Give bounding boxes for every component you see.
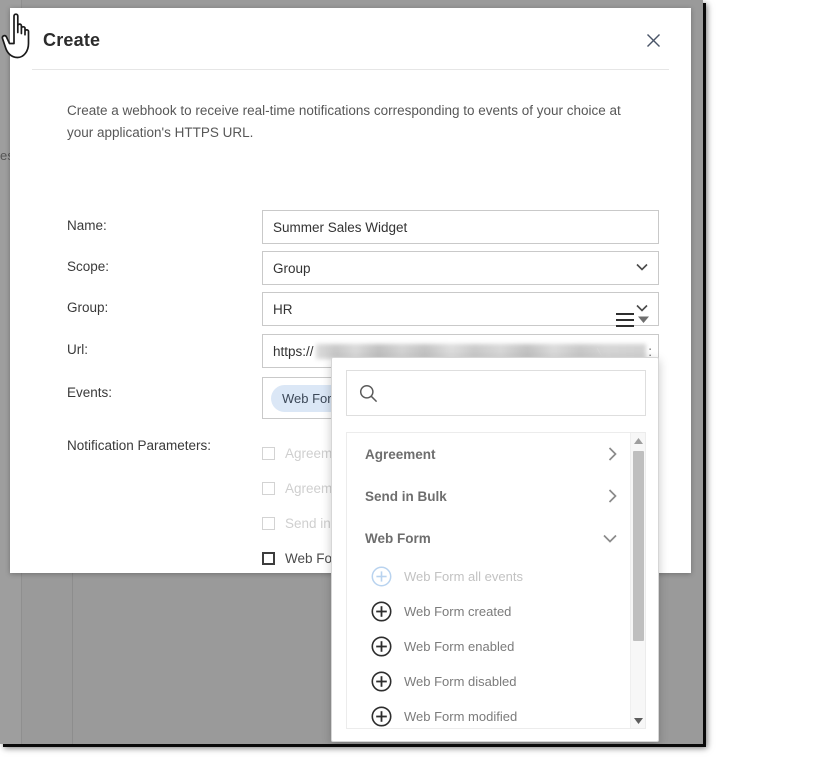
background-column-rule	[72, 572, 73, 744]
list-menu-icon	[614, 311, 636, 331]
form-row-name: Name:	[67, 210, 659, 244]
chevron-down-icon	[603, 534, 617, 543]
events-tree-scrollbar[interactable]	[630, 433, 645, 728]
url-scheme-text: https://	[273, 344, 314, 359]
caret-down-icon	[638, 316, 649, 324]
checkbox[interactable]	[262, 482, 275, 495]
event-option-label: Web Form enabled	[404, 639, 514, 654]
hand-pointer-cursor	[0, 12, 38, 60]
events-search-wrap[interactable]	[346, 370, 646, 416]
name-input[interactable]	[262, 210, 659, 244]
plus-circle-icon	[371, 636, 392, 657]
name-label: Name:	[67, 218, 107, 233]
url-label: Url:	[67, 342, 88, 357]
events-search-input[interactable]	[388, 386, 633, 401]
events-tree-scroll-area: Agreement Send in Bulk Web Form	[347, 433, 631, 728]
event-option-web-form-created[interactable]: Web Form created	[347, 594, 631, 629]
scrollbar-thumb[interactable]	[633, 451, 644, 641]
search-icon	[359, 384, 378, 403]
scroll-down-arrow-icon	[634, 718, 643, 724]
checkbox[interactable]	[262, 447, 275, 460]
notification-parameters-label: Notification Parameters:	[67, 438, 211, 453]
plus-circle-icon	[371, 566, 392, 587]
events-group-label: Send in Bulk	[365, 489, 447, 504]
event-option-web-form-all-events[interactable]: Web Form all events	[347, 559, 631, 594]
scope-label: Scope:	[67, 259, 109, 274]
chevron-right-icon	[608, 447, 617, 461]
close-icon	[646, 33, 661, 48]
form-row-group: Group:	[67, 292, 659, 326]
scope-field-wrap	[262, 251, 659, 285]
event-option-web-form-modified[interactable]: Web Form modified	[347, 699, 631, 728]
events-group-label: Web Form	[365, 531, 431, 546]
close-button[interactable]	[641, 28, 665, 52]
plus-circle-icon	[371, 601, 392, 622]
event-option-label: Web Form disabled	[404, 674, 516, 689]
scroll-up-arrow-icon	[634, 438, 643, 444]
chevron-right-icon	[608, 489, 617, 503]
name-field-wrap	[262, 210, 659, 244]
event-option-label: Web Form created	[404, 604, 511, 619]
checkbox[interactable]	[262, 552, 275, 565]
page-title: Create	[43, 30, 100, 51]
form-row-scope: Scope:	[67, 251, 659, 285]
event-option-label: Web Form all events	[404, 569, 523, 584]
modal-description: Create a webhook to receive real-time no…	[67, 100, 642, 144]
scroll-down-button[interactable]	[631, 713, 646, 728]
group-field-wrap	[262, 292, 659, 326]
events-dropdown-panel: Agreement Send in Bulk Web Form	[331, 357, 659, 742]
events-group-send-in-bulk[interactable]: Send in Bulk	[347, 475, 631, 517]
scroll-up-button[interactable]	[631, 433, 646, 448]
group-label: Group:	[67, 300, 108, 315]
events-group-agreement[interactable]: Agreement	[347, 433, 631, 475]
group-select[interactable]	[262, 292, 659, 326]
browser-window: es Create Create a webhook to receive re…	[0, 0, 703, 744]
events-tree: Agreement Send in Bulk Web Form	[346, 432, 646, 729]
events-menu-toggle-button[interactable]	[612, 307, 652, 341]
event-option-web-form-disabled[interactable]: Web Form disabled	[347, 664, 631, 699]
checkbox[interactable]	[262, 517, 275, 530]
scope-select[interactable]	[262, 251, 659, 285]
event-option-label: Web Form modified	[404, 709, 517, 724]
events-group-web-form[interactable]: Web Form	[347, 517, 631, 559]
modal-header: Create	[32, 8, 669, 70]
events-label: Events:	[67, 385, 112, 400]
events-group-label: Agreement	[365, 447, 436, 462]
plus-circle-icon	[371, 671, 392, 692]
event-option-web-form-enabled[interactable]: Web Form enabled	[347, 629, 631, 664]
plus-circle-icon	[371, 706, 392, 727]
